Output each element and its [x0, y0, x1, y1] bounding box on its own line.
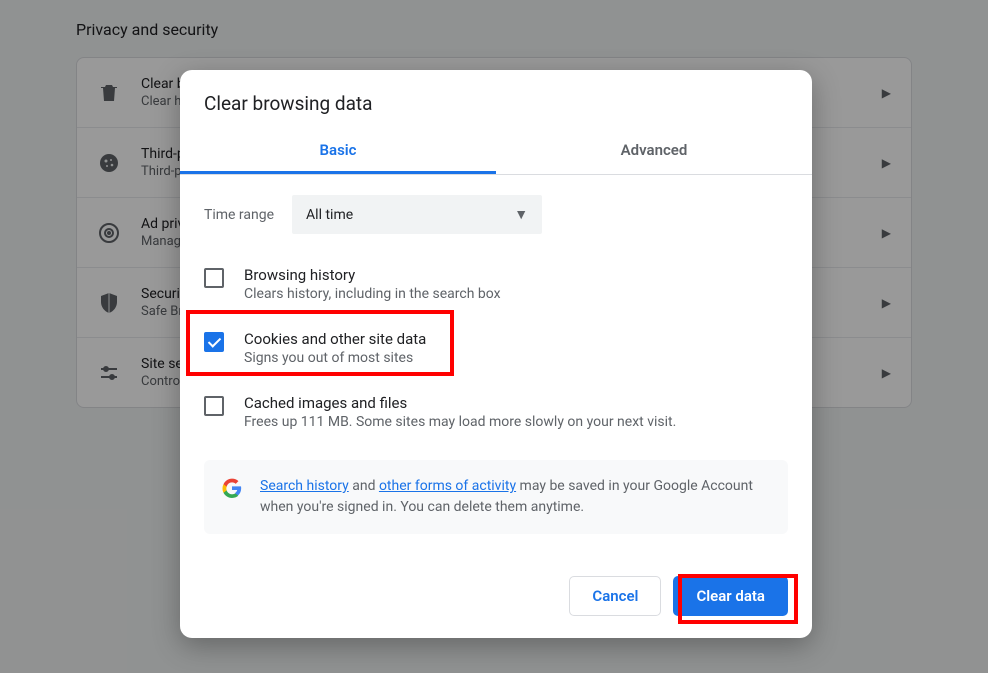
option-sub: Signs you out of most sites: [244, 350, 426, 366]
cancel-button[interactable]: Cancel: [569, 576, 661, 616]
option-title: Cookies and other site data: [244, 330, 426, 348]
dialog-body: Time range All time ▼ Browsing history C…: [180, 175, 812, 548]
clear-data-button[interactable]: Clear data: [673, 576, 788, 616]
checkbox-cookies[interactable]: [204, 332, 224, 352]
dialog-actions: Cancel Clear data: [180, 548, 812, 638]
dialog-tabs: Basic Advanced: [180, 129, 812, 175]
dialog-title: Clear browsing data: [180, 70, 812, 129]
time-range-label: Time range: [204, 207, 274, 223]
tab-advanced[interactable]: Advanced: [496, 129, 812, 174]
option-title: Browsing history: [244, 266, 501, 284]
clear-browsing-data-dialog: Clear browsing data Basic Advanced Time …: [180, 70, 812, 638]
option-title: Cached images and files: [244, 394, 676, 412]
google-icon: [222, 478, 242, 498]
search-history-link[interactable]: Search history: [260, 478, 349, 494]
option-sub: Frees up 111 MB. Some sites may load mor…: [244, 414, 676, 430]
google-info-box: Search history and other forms of activi…: [204, 460, 788, 534]
option-cookies[interactable]: Cookies and other site data Signs you ou…: [204, 320, 788, 384]
info-text: Search history and other forms of activi…: [260, 476, 770, 518]
option-browsing-history[interactable]: Browsing history Clears history, includi…: [204, 256, 788, 320]
checkbox-browsing-history[interactable]: [204, 268, 224, 288]
other-activity-link[interactable]: other forms of activity: [379, 478, 516, 494]
dropdown-icon: ▼: [514, 206, 528, 223]
option-sub: Clears history, including in the search …: [244, 286, 501, 302]
tab-basic[interactable]: Basic: [180, 129, 496, 174]
time-range-value: All time: [306, 207, 353, 223]
option-cached[interactable]: Cached images and files Frees up 111 MB.…: [204, 384, 788, 448]
checkbox-cached[interactable]: [204, 396, 224, 416]
time-range-select[interactable]: All time ▼: [292, 195, 542, 234]
